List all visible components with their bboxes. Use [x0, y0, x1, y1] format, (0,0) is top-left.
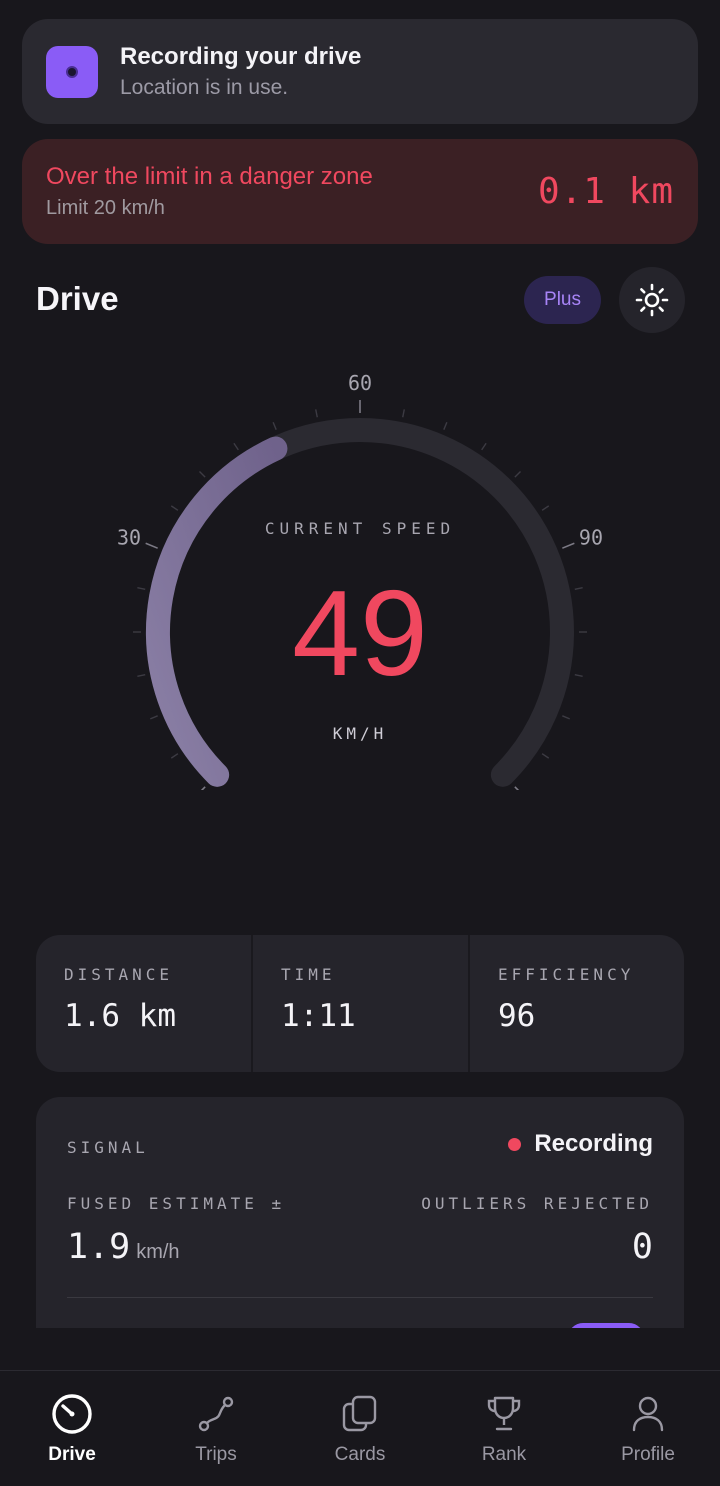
nav-item-rank[interactable]: Rank	[432, 1371, 576, 1486]
efficiency-stat: EFFICIENCY 96	[468, 935, 684, 1072]
signal-card: SIGNAL Recording FUSED ESTIMATE ± 1.9 km…	[36, 1097, 684, 1328]
recording-status-text: Recording	[534, 1130, 653, 1157]
divider	[67, 1297, 653, 1298]
sun-icon	[635, 283, 669, 317]
distance-label: DISTANCE	[64, 965, 174, 984]
person-icon	[626, 1392, 670, 1436]
bottom-nav: Drive Trips Cards Rank Profile	[0, 1370, 720, 1486]
distance-value: 1.6 km	[64, 998, 176, 1034]
record-dot-icon	[46, 45, 98, 98]
gauge-tick	[481, 442, 487, 451]
fused-estimate: 1.9 km/h	[67, 1227, 180, 1267]
gauge-tick	[562, 715, 570, 720]
fused-estimate-value: 1.9	[67, 1227, 131, 1267]
speedometer-icon	[50, 1392, 94, 1436]
gauge-tick	[145, 542, 158, 549]
signal-label: SIGNAL	[67, 1138, 149, 1157]
nav-label-drive: Drive	[48, 1444, 96, 1465]
nav-label-rank: Rank	[481, 1444, 527, 1465]
gauge-tick	[150, 715, 158, 720]
recording-dot-icon	[508, 1137, 522, 1151]
gauge-tick	[200, 786, 206, 790]
alert-distance: 0.1 km	[537, 171, 674, 212]
gauge-tick	[443, 422, 448, 430]
nav-item-profile[interactable]: Profile	[576, 1371, 720, 1486]
gauge-tick	[402, 409, 405, 418]
fused-estimate-unit: km/h	[136, 1241, 180, 1263]
efficiency-value: 96	[498, 998, 536, 1034]
nav-item-trips[interactable]: Trips	[144, 1371, 288, 1486]
nav-label-cards: Cards	[334, 1444, 386, 1465]
current-speed-value: 49	[292, 565, 428, 701]
alert-title: Over the limit in a danger zone	[46, 162, 373, 190]
gauge-tick	[541, 505, 550, 511]
time-label: TIME	[281, 965, 336, 984]
cards-icon	[338, 1392, 382, 1436]
plus-button[interactable]: Plus	[524, 276, 601, 324]
gauge-tick	[272, 422, 277, 430]
speed-unit: KM/H	[332, 724, 388, 743]
signal-action-button[interactable]	[568, 1323, 644, 1328]
outliers-label: OUTLIERS REJECTED	[421, 1194, 653, 1213]
efficiency-label: EFFICIENCY	[498, 965, 635, 984]
trip-stats-card: DISTANCE 1.6 km TIME 1:11 EFFICIENCY 96	[36, 935, 684, 1072]
gauge-tick	[562, 542, 575, 549]
gauge-tick	[315, 409, 318, 418]
gauge-tick	[514, 786, 520, 790]
recording-notification[interactable]: Recording your drive Location is in use.	[22, 19, 698, 124]
theme-toggle-button[interactable]	[619, 267, 685, 333]
time-stat: TIME 1:11	[251, 935, 468, 1072]
outliers-value: 0	[631, 1227, 653, 1267]
gauge-tick	[541, 753, 550, 759]
danger-zone-alert[interactable]: Over the limit in a danger zone Limit 20…	[22, 139, 698, 244]
time-value: 1:11	[281, 998, 356, 1034]
notification-title: Recording your drive	[120, 42, 362, 70]
nav-item-cards[interactable]: Cards	[288, 1371, 432, 1486]
current-speed-label: CURRENT SPEED	[264, 519, 456, 538]
page-title: Drive	[36, 280, 119, 317]
nav-label-trips: Trips	[195, 1444, 237, 1465]
route-icon	[194, 1392, 238, 1436]
alert-limit: Limit 20 km/h	[46, 196, 165, 219]
gauge-tick	[198, 470, 206, 478]
nav-item-drive[interactable]: Drive	[0, 1371, 144, 1486]
gauge-tick	[170, 505, 179, 511]
trophy-icon	[482, 1392, 526, 1436]
notification-subtitle: Location is in use.	[120, 75, 289, 99]
gauge-tick	[170, 753, 179, 759]
gauge-tick	[233, 442, 239, 451]
distance-stat: DISTANCE 1.6 km	[36, 935, 251, 1072]
gauge-tick	[514, 470, 522, 478]
gauge-tick-label: 60	[348, 371, 372, 395]
nav-label-profile: Profile	[621, 1444, 675, 1465]
recording-status: Recording	[508, 1130, 653, 1158]
fused-estimate-label: FUSED ESTIMATE ±	[67, 1194, 286, 1213]
